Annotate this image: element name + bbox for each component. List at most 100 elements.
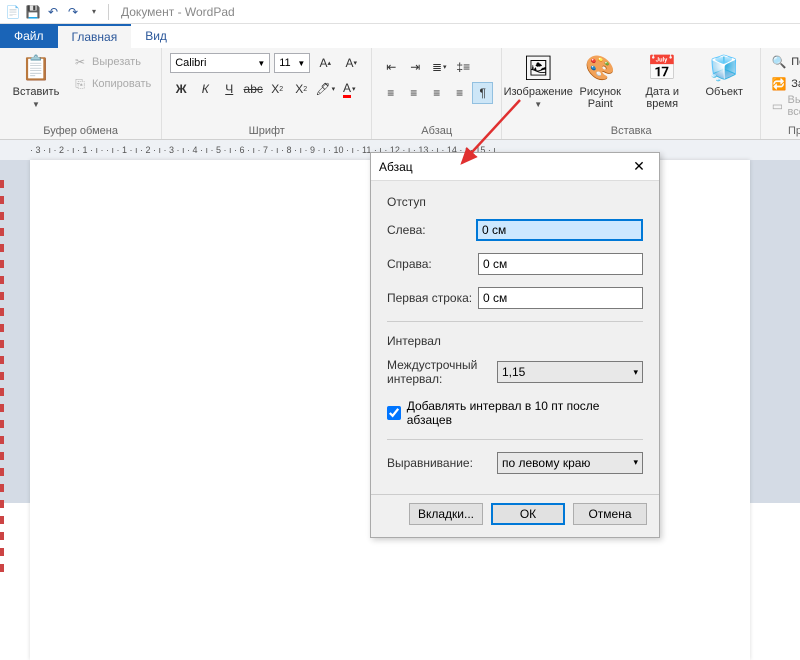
cut-label: Вырезать (92, 56, 141, 68)
highlight-button[interactable]: 🖊▾ (314, 78, 336, 100)
select-all-icon: ▭ (771, 98, 783, 114)
insert-object-label: Объект (706, 86, 743, 98)
group-label-editing: Правка (769, 123, 800, 137)
indent-right-input[interactable] (478, 253, 643, 275)
spacing-section-label: Интервал (387, 334, 643, 348)
add-space-checkbox[interactable] (387, 406, 401, 420)
insert-date-label: Дата и время (634, 86, 690, 110)
ribbon: 📋 Вставить ▼ ✂ Вырезать ⎘ Копировать Буф… (0, 48, 800, 140)
paste-label: Вставить (13, 86, 60, 98)
replace-icon: 🔁 (771, 76, 787, 92)
decrease-indent-icon[interactable]: ⇤ (380, 56, 402, 78)
page-edge-decoration (0, 180, 4, 580)
font-name-select[interactable]: Calibri ▼ (170, 53, 270, 73)
tab-file[interactable]: Файл (0, 24, 58, 48)
tab-view[interactable]: Вид (131, 24, 181, 48)
dialog-title-text: Абзац (379, 160, 413, 174)
object-icon: 🧊 (708, 52, 740, 84)
chevron-down-icon: ▼ (297, 59, 305, 68)
paint-icon: 🎨 (584, 52, 616, 84)
indent-left-label: Слева: (387, 223, 476, 237)
insert-image-button[interactable]: 🖼 Изображение ▼ (510, 52, 566, 109)
line-spacing-select[interactable]: 1,15 ▾ (497, 361, 643, 383)
align-select[interactable]: по левому краю ▾ (497, 452, 643, 474)
separator (108, 4, 109, 20)
select-all-button[interactable]: ▭ Выделить все (769, 96, 800, 116)
paste-button[interactable]: 📋 Вставить ▼ (8, 52, 64, 109)
group-clipboard: 📋 Вставить ▼ ✂ Вырезать ⎘ Копировать Буф… (0, 48, 162, 139)
subscript-button[interactable]: X2 (266, 78, 288, 100)
font-name-value: Calibri (175, 57, 206, 69)
align-left-icon[interactable]: ≡ (380, 82, 401, 104)
underline-button[interactable]: Ч (218, 78, 240, 100)
quick-access-toolbar: 📄 💾 ↶ ↷ (4, 3, 102, 21)
insert-image-label: Изображение (504, 86, 573, 98)
group-paragraph: ⇤ ⇥ ≣▾ ‡≡ ≡ ≡ ≡ ≡ ¶ Абзац (372, 48, 502, 139)
align-justify-icon[interactable]: ≡ (449, 82, 470, 104)
undo-icon[interactable]: ↶ (44, 3, 62, 21)
select-all-label: Выделить все (787, 94, 800, 118)
ribbon-tabs: Файл Главная Вид (0, 24, 800, 48)
redo-icon[interactable]: ↷ (64, 3, 82, 21)
save-icon[interactable]: 💾 (24, 3, 42, 21)
superscript-button[interactable]: X2 (290, 78, 312, 100)
replace-button[interactable]: 🔁 Замена (769, 74, 800, 94)
indent-section-label: Отступ (387, 195, 643, 209)
line-spacing-label: Междустрочный интервал: (387, 358, 497, 387)
chevron-down-icon: ▾ (633, 457, 638, 468)
chevron-down-icon: ▾ (633, 367, 638, 378)
bold-button[interactable]: Ж (170, 78, 192, 100)
insert-paint-button[interactable]: 🎨 Рисунок Paint (572, 52, 628, 110)
bullets-icon[interactable]: ≣▾ (428, 56, 450, 78)
paragraph-dialog: Абзац ✕ Отступ Слева: Справа: Первая стр… (370, 152, 660, 538)
app-icon: 📄 (4, 3, 22, 21)
shrink-font-icon[interactable]: A▾ (340, 52, 362, 74)
cancel-button[interactable]: Отмена (573, 503, 647, 525)
calendar-icon: 📅 (646, 52, 678, 84)
group-label-clipboard: Буфер обмена (8, 123, 153, 137)
find-button[interactable]: 🔍 Поиск (769, 52, 800, 72)
indent-right-label: Справа: (387, 257, 478, 271)
chevron-down-icon: ▼ (257, 59, 265, 68)
titlebar: 📄 💾 ↶ ↷ Документ - WordPad (0, 0, 800, 24)
window-title: Документ - WordPad (121, 5, 235, 19)
font-size-value: 11 (279, 57, 290, 69)
group-label-font: Шрифт (170, 123, 363, 137)
tab-home[interactable]: Главная (58, 24, 132, 48)
divider (387, 439, 643, 440)
dialog-titlebar[interactable]: Абзац ✕ (371, 153, 659, 181)
italic-button[interactable]: К (194, 78, 216, 100)
line-spacing-icon[interactable]: ‡≡ (452, 56, 474, 78)
align-value: по левому краю (502, 456, 590, 470)
paragraph-dialog-icon[interactable]: ¶ (472, 82, 493, 104)
qat-customize-icon[interactable] (84, 3, 102, 21)
cut-button[interactable]: ✂ Вырезать (70, 52, 153, 72)
copy-button[interactable]: ⎘ Копировать (70, 74, 153, 94)
align-center-icon[interactable]: ≡ (403, 82, 424, 104)
align-right-icon[interactable]: ≡ (426, 82, 447, 104)
tabs-button[interactable]: Вкладки... (409, 503, 483, 525)
find-label: Поиск (791, 56, 800, 68)
font-color-button[interactable]: A▾ (338, 78, 360, 100)
group-editing: 🔍 Поиск 🔁 Замена ▭ Выделить все Правка (761, 48, 800, 139)
strike-button[interactable]: abc (242, 78, 264, 100)
group-font: Calibri ▼ 11 ▼ A▴ A▾ Ж К Ч abc X2 X2 🖊▾ … (162, 48, 372, 139)
search-icon: 🔍 (771, 54, 787, 70)
indent-first-label: Первая строка: (387, 291, 478, 305)
insert-object-button[interactable]: 🧊 Объект (696, 52, 752, 98)
grow-font-icon[interactable]: A▴ (314, 52, 336, 74)
font-size-select[interactable]: 11 ▼ (274, 53, 310, 73)
image-icon: 🖼 (522, 52, 554, 84)
insert-date-button[interactable]: 📅 Дата и время (634, 52, 690, 110)
increase-indent-icon[interactable]: ⇥ (404, 56, 426, 78)
indent-first-input[interactable] (478, 287, 643, 309)
indent-left-input[interactable] (476, 219, 643, 241)
ok-button[interactable]: ОК (491, 503, 565, 525)
group-label-insert: Вставка (510, 123, 752, 137)
group-insert: 🖼 Изображение ▼ 🎨 Рисунок Paint 📅 Дата и… (502, 48, 761, 139)
cut-icon: ✂ (72, 54, 88, 70)
copy-icon: ⎘ (72, 76, 88, 92)
paste-icon: 📋 (20, 52, 52, 84)
close-icon[interactable]: ✕ (627, 157, 651, 177)
line-spacing-value: 1,15 (502, 365, 525, 379)
